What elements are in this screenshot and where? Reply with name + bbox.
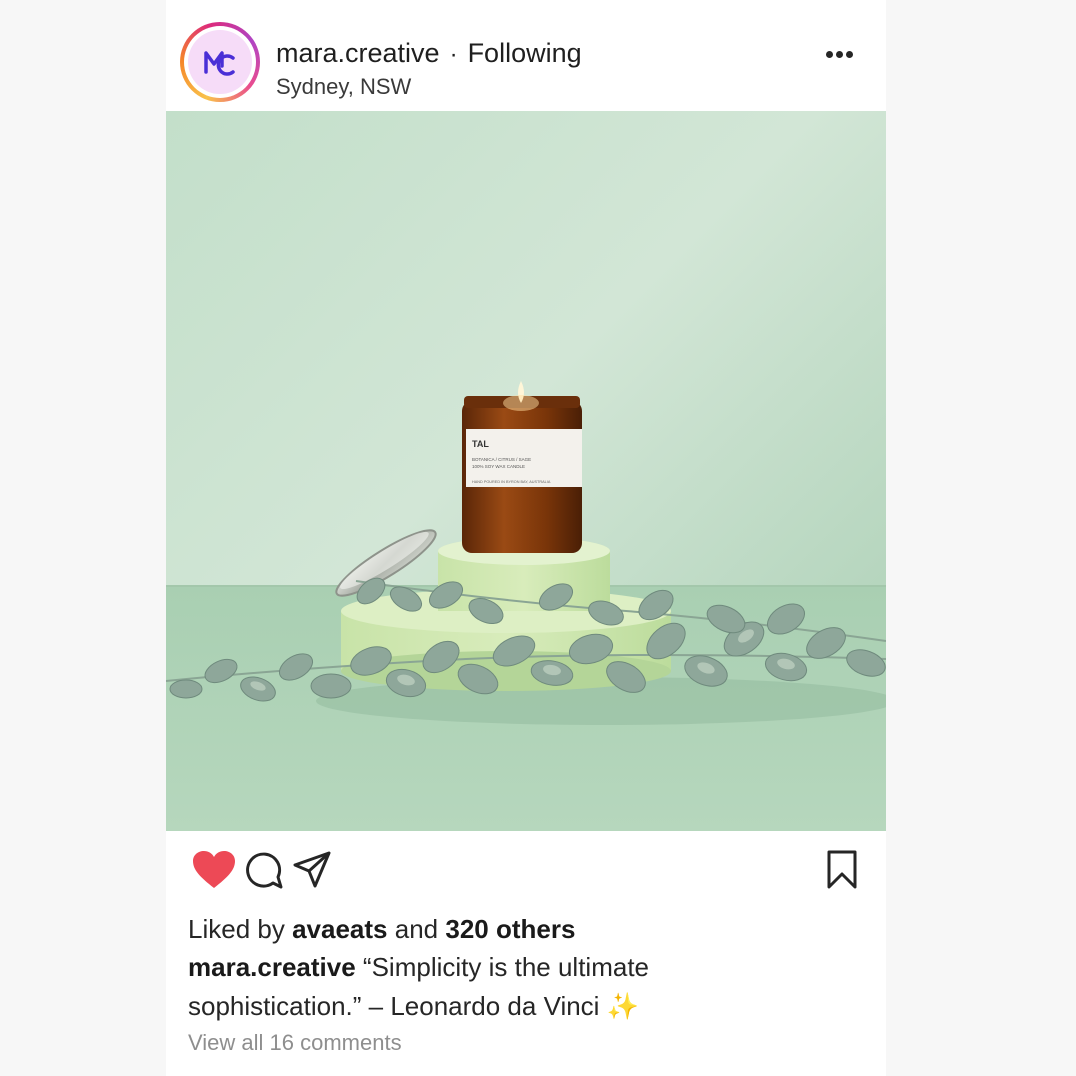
likes-others-link[interactable]: 320 others (445, 914, 575, 944)
caption-author-link[interactable]: mara.creative (188, 952, 356, 982)
post-header: mara.creative · Following Sydney, NSW (166, 0, 886, 111)
more-options-icon[interactable] (826, 44, 856, 64)
likes-prefix: Liked by (188, 914, 285, 944)
jar-label-line3: HAND POURED IN BYRON BAY, AUSTRALIA (472, 480, 551, 484)
comment-icon[interactable] (244, 850, 284, 890)
header-user-line: mara.creative · Following (276, 38, 582, 69)
avatar (188, 30, 252, 94)
location-link[interactable]: Sydney, NSW (276, 74, 411, 100)
separator-dot: · (449, 41, 458, 68)
username-link[interactable]: mara.creative (276, 38, 440, 68)
jar-label-title: TAL (472, 439, 489, 449)
jar-label-line1: BOTANICA / CITRUS / SAGE (472, 457, 531, 462)
send-icon[interactable] (292, 850, 332, 890)
mc-logo-icon (204, 51, 235, 76)
instagram-post: mara.creative · Following Sydney, NSW TA… (166, 0, 886, 1076)
caption: mara.creative “Simplicity is the ultimat… (188, 948, 748, 1026)
following-button[interactable]: Following (468, 38, 582, 68)
jar-label-line2: 100% SOY WAX CANDLE (472, 464, 525, 469)
bookmark-icon[interactable] (826, 850, 858, 890)
liker-link[interactable]: avaeats (292, 914, 387, 944)
avatar-story-ring[interactable] (180, 22, 260, 102)
likes-line: Liked by avaeats and 320 others (188, 914, 575, 945)
post-photo[interactable]: TAL BOTANICA / CITRUS / SAGE 100% SOY WA… (166, 111, 886, 831)
view-comments-link[interactable]: View all 16 comments (188, 1030, 402, 1056)
candle-product-photo: TAL BOTANICA / CITRUS / SAGE 100% SOY WA… (166, 111, 886, 831)
heart-icon[interactable] (192, 850, 236, 890)
likes-conjunction: and (394, 914, 439, 944)
action-bar (166, 832, 886, 902)
